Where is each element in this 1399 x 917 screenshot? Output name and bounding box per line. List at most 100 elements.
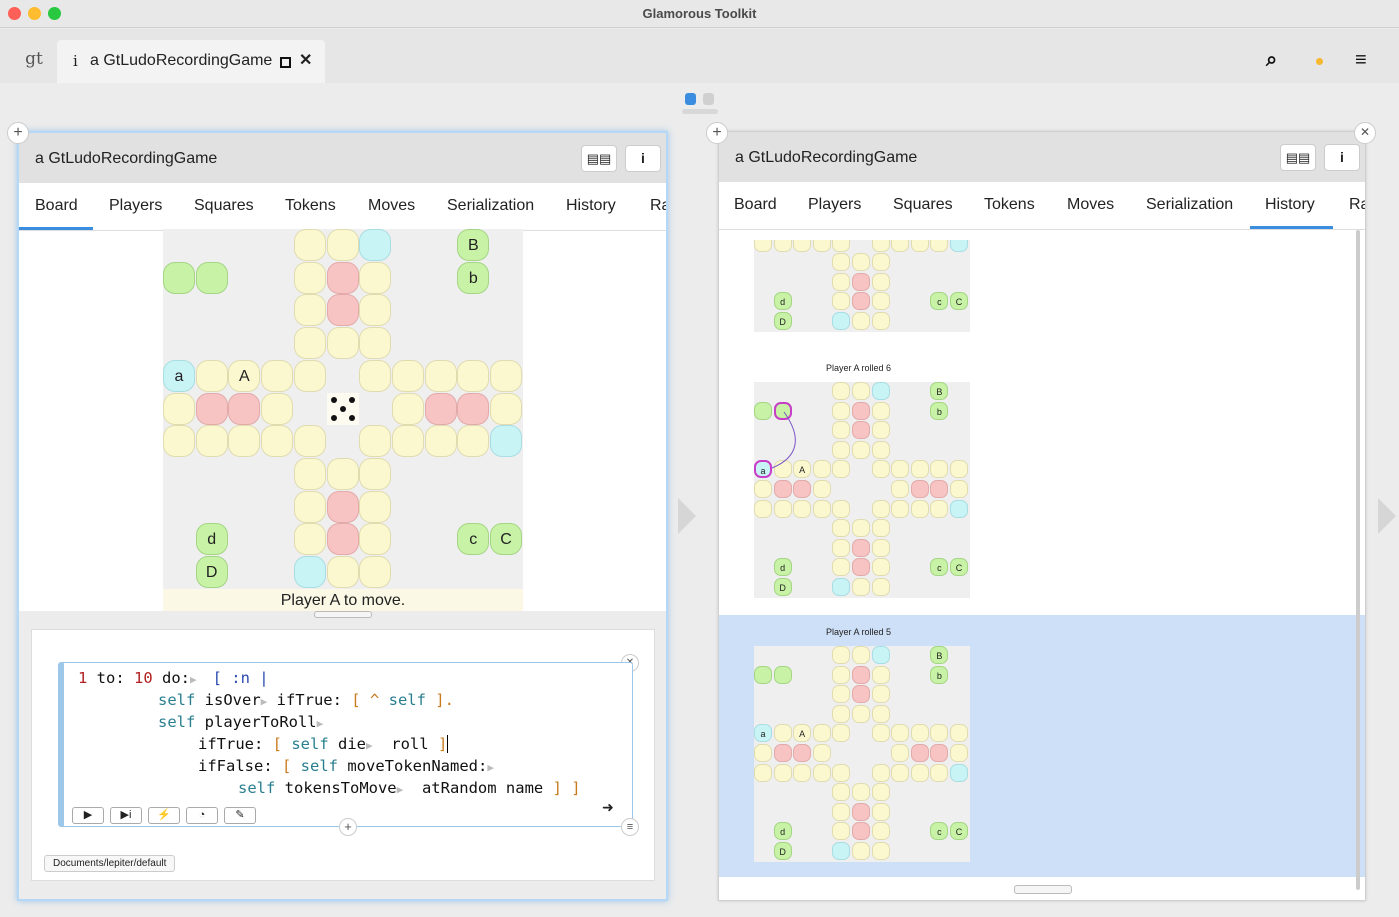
code-token: self (158, 713, 196, 731)
tab-tokens[interactable]: Tokens (285, 197, 336, 215)
tab-more[interactable]: Ra (1349, 196, 1365, 214)
add-pane-button[interactable]: + (706, 122, 728, 144)
board-square (195, 261, 228, 294)
tab-serialization[interactable]: Serialization (447, 197, 534, 215)
board-square (293, 294, 326, 327)
board-square (871, 646, 890, 664)
info-button[interactable]: i (1324, 144, 1360, 171)
run-async-button[interactable]: ⚡ (148, 807, 180, 824)
code-token: self (388, 691, 426, 709)
die-icon[interactable] (327, 393, 359, 425)
expand-right-icon[interactable] (1378, 498, 1396, 534)
board-square (871, 802, 890, 821)
status-dot-icon[interactable] (1316, 58, 1323, 65)
book-button[interactable]: ▤▤ (1280, 144, 1316, 171)
tab-more[interactable]: Ra (650, 197, 666, 215)
token-D: D (773, 842, 792, 860)
token-c: c (930, 292, 949, 311)
token-b: b (930, 665, 949, 684)
tab-squares[interactable]: Squares (893, 196, 953, 214)
token-d[interactable]: d (195, 523, 228, 556)
board-square (293, 425, 326, 458)
run-inspect-button[interactable]: ▶i (110, 807, 142, 824)
tab-players[interactable]: Players (109, 197, 162, 215)
board-square (391, 359, 424, 392)
token-B[interactable]: B (457, 229, 490, 261)
history-board-snapshot[interactable]: aABbdDcC (754, 382, 970, 598)
tab-history[interactable]: History (566, 197, 616, 215)
pane-title: a GtLudoRecordingGame (735, 149, 918, 166)
tab-serialization[interactable]: Serialization (1146, 196, 1233, 214)
resize-handle[interactable] (1014, 885, 1072, 894)
board-square (293, 556, 326, 588)
profile-button[interactable]: ◔ (186, 807, 218, 824)
token-B: B (930, 646, 949, 664)
expand-right-icon[interactable] (678, 498, 696, 534)
token-D[interactable]: D (195, 556, 228, 588)
pager-scrollbar[interactable] (682, 109, 718, 114)
add-pane-button[interactable]: + (7, 122, 29, 144)
history-board-snapshot[interactable]: dDcC (754, 240, 970, 332)
menu-icon[interactable]: ≡ (1355, 49, 1367, 72)
tab-tokens[interactable]: Tokens (984, 196, 1035, 214)
run-button[interactable]: ▶ (72, 807, 104, 824)
history-board-snapshot[interactable]: aABbdDcC (754, 646, 970, 862)
info-button[interactable]: i (625, 145, 661, 172)
code-token: roll (372, 735, 438, 753)
token-C[interactable]: C (490, 523, 522, 556)
tab-moves[interactable]: Moves (1067, 196, 1114, 214)
board-square (163, 261, 195, 294)
board-square (359, 229, 392, 261)
code-token: atRandom name (403, 779, 553, 797)
pager-dot-2[interactable] (703, 93, 714, 105)
tab-gtludo[interactable]: i a GtLudoRecordingGame ✕ (57, 40, 325, 83)
close-tab-icon[interactable]: ✕ (299, 50, 312, 70)
maximize-icon[interactable] (280, 57, 291, 68)
board-square (930, 744, 949, 762)
board-square (891, 724, 910, 743)
close-pane-button[interactable]: ✕ (1354, 122, 1376, 144)
database-label[interactable]: Documents/lepiter/default (44, 855, 176, 872)
tab-players[interactable]: Players (808, 196, 861, 214)
vertical-scrollbar[interactable] (1356, 230, 1360, 890)
search-icon[interactable]: ⌕ (1266, 49, 1277, 72)
token-A[interactable]: A (228, 359, 261, 392)
book-button[interactable]: ▤▤ (581, 145, 617, 172)
pane-header: a GtLudoRecordingGame ▤▤ i (719, 132, 1365, 182)
gt-logo-icon[interactable]: gt (14, 41, 54, 81)
board-square (930, 763, 949, 782)
token-a[interactable]: a (163, 359, 195, 392)
board-square (852, 783, 870, 802)
resize-handle[interactable] (314, 611, 372, 618)
edit-button[interactable]: ✎ (224, 807, 256, 824)
pager-dot-1[interactable] (685, 93, 696, 105)
board-square (832, 240, 851, 252)
code-editor[interactable]: 1 to: 10 do:▶ [ :n | self isOver▶ ifTrue… (58, 662, 633, 827)
board-square (773, 744, 792, 762)
board-square (359, 490, 392, 523)
history-title: Player A rolled 6 (826, 363, 892, 373)
expand-triangle-icon[interactable]: ▶ (366, 739, 373, 752)
board-square (871, 822, 890, 841)
board-square (793, 240, 812, 252)
board-square (228, 392, 261, 425)
tab-squares[interactable]: Squares (194, 197, 254, 215)
snippet-menu-button[interactable]: ≡ (621, 818, 639, 836)
token-c[interactable]: c (457, 523, 490, 556)
expand-triangle-icon[interactable]: ▶ (487, 761, 494, 774)
tab-history[interactable]: History (1265, 196, 1315, 214)
code-token: [ ^ (351, 691, 389, 709)
arrow-right-icon[interactable]: ➜ (602, 799, 614, 816)
add-snippet-button[interactable]: + (339, 818, 357, 836)
expand-triangle-icon[interactable]: ▶ (190, 673, 203, 686)
board-square (832, 646, 851, 664)
token-b[interactable]: b (457, 261, 490, 294)
board-square (852, 822, 870, 841)
expand-triangle-icon[interactable]: ▶ (317, 717, 324, 730)
tab-board[interactable]: Board (734, 196, 777, 214)
board-square (832, 763, 851, 782)
board-square (832, 842, 851, 860)
tab-moves[interactable]: Moves (368, 197, 415, 215)
board-square (852, 685, 870, 704)
tab-board[interactable]: Board (35, 197, 78, 215)
